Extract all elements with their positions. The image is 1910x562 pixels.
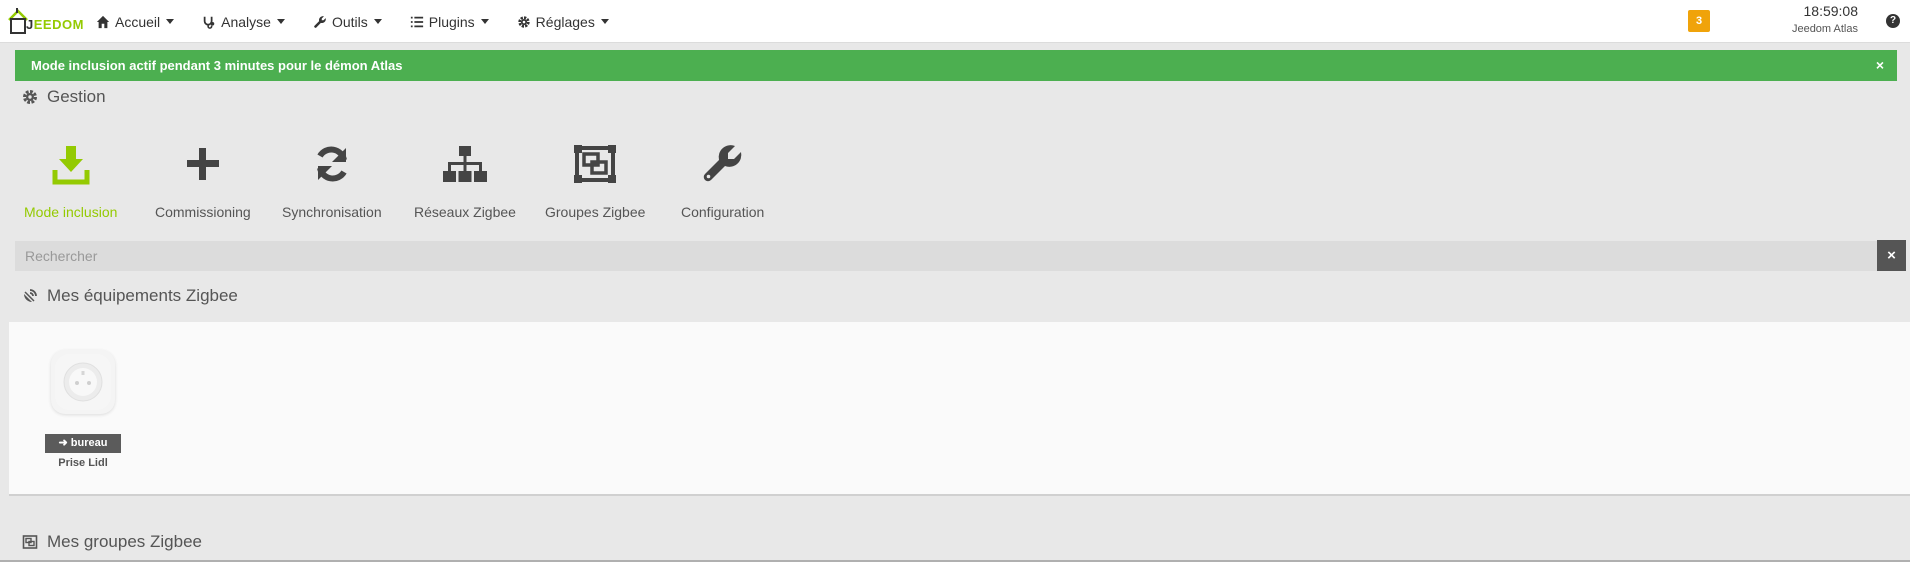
configuration-button[interactable]: Configuration: [681, 142, 764, 220]
menu-plugins[interactable]: Plugins: [410, 14, 489, 30]
chevron-down-icon: [166, 19, 175, 24]
list-icon: [410, 16, 423, 27]
groupes-title-text: Mes groupes Zigbee: [47, 532, 202, 551]
equipment-name: Prise Lidl: [58, 457, 108, 469]
gestion-title-text: Gestion: [47, 87, 106, 106]
equipements-title: Mes équipements Zigbee: [22, 286, 238, 306]
equipment-card[interactable]: ➜ bureau Prise Lidl: [35, 350, 131, 469]
mode-inclusion-label: Mode inclusion: [24, 204, 118, 220]
reseaux-zigbee-button[interactable]: Réseaux Zigbee: [414, 142, 516, 220]
configuration-label: Configuration: [681, 204, 765, 220]
plus-icon: [186, 148, 219, 180]
wrench-icon: [703, 145, 741, 182]
alert-message: Mode inclusion actif pendant 3 minutes p…: [31, 58, 403, 73]
equipements-panel: ➜ bureau Prise Lidl: [9, 322, 1910, 496]
chevron-down-icon: [480, 19, 489, 24]
logo-text: JEEDOM: [26, 17, 84, 32]
chevron-down-icon: [276, 19, 285, 24]
clear-search-button[interactable]: ×: [1877, 240, 1906, 271]
menu-plugins-label: Plugins: [428, 13, 475, 30]
logo-letter: J: [26, 17, 34, 32]
chevron-down-icon: [373, 19, 382, 24]
room-badge: ➜ bureau: [45, 434, 121, 453]
sitemap-icon: [442, 146, 487, 182]
synchronisation-label: Synchronisation: [282, 204, 382, 220]
smart-plug-icon: [51, 350, 115, 414]
room-badge-text: ➜ bureau: [58, 437, 108, 449]
chevron-down-icon: [600, 19, 609, 24]
menu-analyse-label: Analyse: [221, 13, 271, 30]
menu-analyse[interactable]: Analyse: [202, 14, 285, 30]
inclusion-alert: Mode inclusion actif pendant 3 minutes p…: [15, 50, 1897, 81]
groupes-title: Mes groupes Zigbee: [22, 532, 202, 552]
question-icon[interactable]: ?: [1886, 14, 1900, 28]
menu-outils-label: Outils: [331, 13, 368, 30]
menu-accueil-label: Accueil: [115, 13, 161, 30]
cog-icon: [23, 90, 37, 104]
notification-badge[interactable]: 3: [1688, 10, 1710, 32]
menu-outils[interactable]: Outils: [313, 14, 382, 30]
host-name: Jeedom Atlas: [1791, 23, 1858, 35]
menu-accueil[interactable]: Accueil: [96, 13, 175, 30]
mode-inclusion-button[interactable]: Mode inclusion: [24, 142, 117, 220]
close-icon[interactable]: ×: [1876, 50, 1884, 81]
groupes-zigbee-label: Groupes Zigbee: [545, 204, 646, 220]
download-icon: [52, 146, 90, 185]
commissioning-label: Commissioning: [155, 204, 251, 220]
reseaux-zigbee-label: Réseaux Zigbee: [414, 204, 516, 220]
search-input[interactable]: [15, 241, 1877, 271]
wrench-icon: [314, 15, 326, 28]
plug-socket-image: [55, 354, 111, 410]
menu-reglages[interactable]: Réglages: [517, 14, 609, 30]
jeedom-logo[interactable]: JEEDOM: [6, 3, 83, 39]
main-menu: Accueil Analyse Outils Plugins Réglages: [96, 0, 637, 43]
commissioning-button[interactable]: Commissioning: [155, 142, 251, 220]
synchronisation-button[interactable]: Synchronisation: [282, 142, 382, 220]
equipements-title-text: Mes équipements Zigbee: [47, 286, 238, 305]
groupes-zigbee-button[interactable]: Groupes Zigbee: [545, 142, 645, 220]
object-group-icon: [22, 535, 38, 549]
clock-time: 18:59:08: [1803, 3, 1859, 19]
gestion-title: Gestion: [22, 87, 106, 107]
gear-icon: [517, 15, 530, 28]
stethoscope-icon: [203, 16, 215, 29]
refresh-icon: [316, 146, 347, 182]
object-group-icon: [574, 145, 617, 183]
home-icon: [96, 15, 110, 28]
logo-word: EEDOM: [33, 17, 84, 32]
menu-reglages-label: Réglages: [535, 13, 595, 30]
satellite-dish-icon: [24, 289, 37, 302]
clock: 18:59:08 Jeedom Atlas: [1792, 3, 1858, 35]
top-navbar: JEEDOM Accueil Analyse Outils Plugins Ré…: [0, 0, 1910, 43]
